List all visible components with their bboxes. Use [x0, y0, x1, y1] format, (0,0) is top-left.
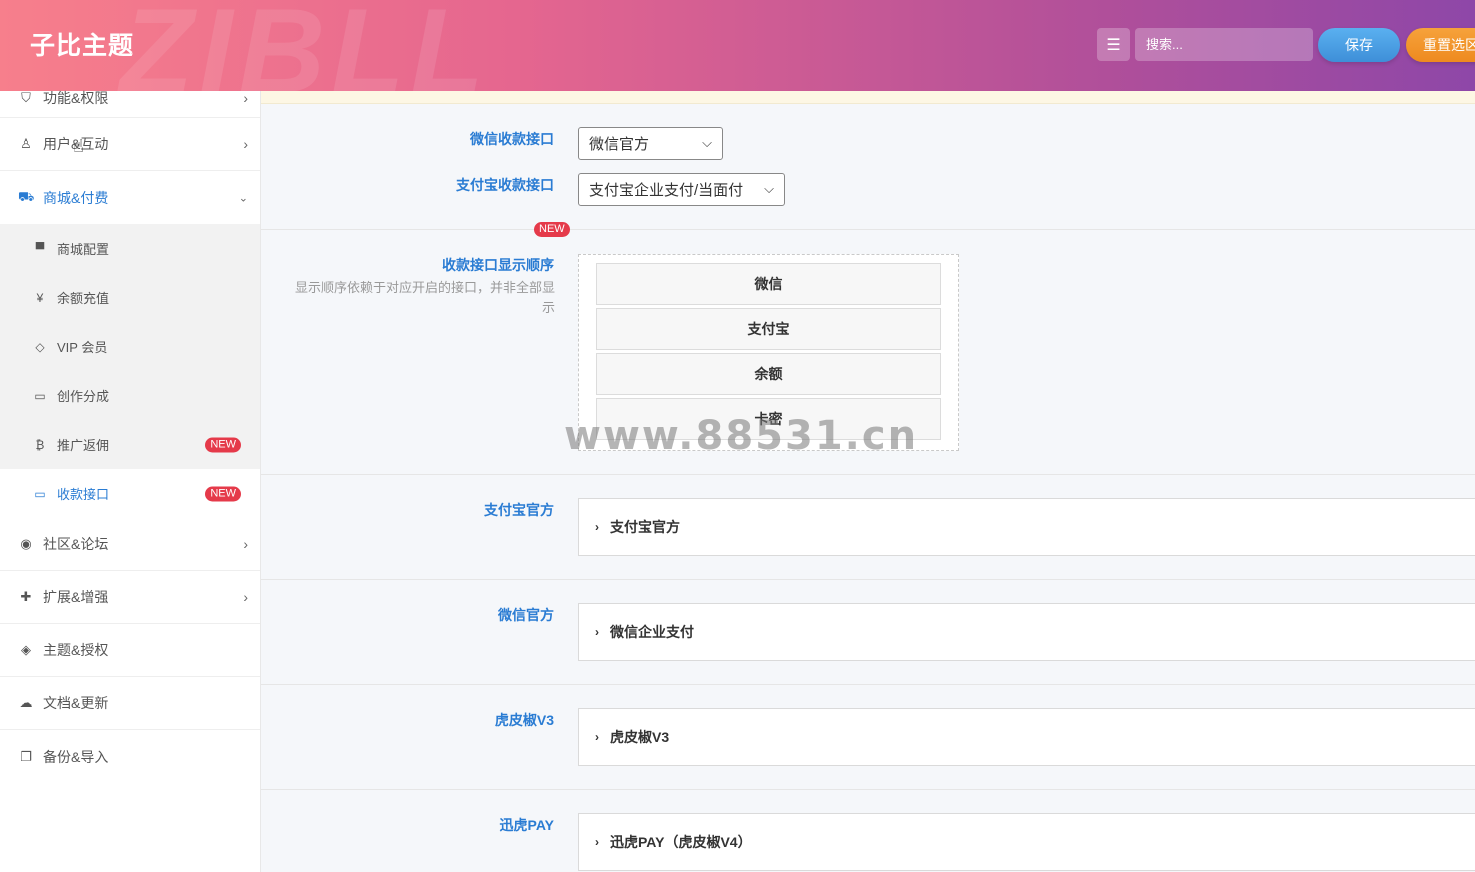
- user-icon: ♙: [20, 136, 32, 151]
- sidebar-subitem-label: 商城配置: [57, 242, 110, 257]
- sort-order-label: 收款接口显示顺序: [442, 257, 554, 273]
- sidebar-item-label: 备份&导入: [43, 748, 109, 765]
- chevron-right-icon: ›: [243, 536, 248, 552]
- yen-icon: ¥: [36, 290, 44, 305]
- sidebar-subitem-balance[interactable]: ¥ 余额充值: [0, 273, 260, 322]
- cloud-upload-icon: ☁: [19, 695, 33, 710]
- chevron-right-icon: ›: [243, 136, 248, 152]
- sidebar-item-label: 主题&授权: [43, 642, 109, 658]
- sidebar-item-users[interactable]: ♙ 用户&互动 ›: [0, 118, 260, 171]
- section-label: 支付宝官方: [484, 502, 554, 518]
- new-badge: NEW: [205, 437, 241, 452]
- new-badge: NEW: [205, 486, 241, 501]
- accordion-wechat-enterprise[interactable]: › 微信企业支付: [578, 603, 1475, 661]
- sidebar-item-features[interactable]: ⛉ 功能&权限 ›: [0, 78, 260, 118]
- accordion-title: 支付宝官方: [610, 519, 680, 535]
- accordion-xunhupay[interactable]: › 迅虎PAY（虎皮椒V4）: [578, 813, 1475, 871]
- sidebar-item-theme-license[interactable]: ◈ 主题&授权: [0, 624, 260, 677]
- sort-order-description: 显示顺序依赖于对应开启的接口，并非全部显示: [294, 280, 555, 315]
- sidebar-subitem-shop-config[interactable]: ▀ 商城配置: [0, 224, 260, 273]
- site-watermark: www.88531.cn: [564, 413, 919, 459]
- sidebar-subitem-creator-share[interactable]: ▭ 创作分成: [0, 371, 260, 420]
- puzzle-icon: ✚: [20, 589, 32, 604]
- select-value: 支付宝企业支付/当面付: [589, 182, 744, 199]
- reset-section-button[interactable]: 重置选区: [1406, 28, 1475, 62]
- alipay-official-section: 支付宝官方 › 支付宝官方: [261, 475, 1475, 580]
- chevron-right-icon: ›: [595, 835, 599, 849]
- diamond-icon: ◇: [35, 339, 45, 354]
- accordion-hupijiao-v3[interactable]: › 虎皮椒V3: [578, 708, 1475, 766]
- sidebar-item-label: 扩展&增强: [43, 589, 109, 605]
- wechat-interface-select[interactable]: 微信官方 ⌵: [578, 127, 723, 160]
- new-tag: NEW: [534, 222, 570, 237]
- interface-select-section: 微信收款接口 微信官方 ⌵ 支付宝收款接口 支付宝企业支付/当面付 ⌵: [261, 104, 1475, 230]
- sortable-item[interactable]: 微信: [596, 263, 941, 305]
- notice-strip: [261, 91, 1475, 104]
- hand-cursor-icon: ☝: [73, 136, 84, 156]
- shopping-bag-icon: ▀: [35, 241, 45, 256]
- alipay-interface-label: 支付宝收款接口: [456, 177, 554, 193]
- sidebar-subitem-referral[interactable]: ₿ 推广返佣 NEW: [0, 420, 260, 469]
- alipay-interface-select[interactable]: 支付宝企业支付/当面付 ⌵: [578, 173, 785, 206]
- accordion-alipay-official[interactable]: › 支付宝官方: [578, 498, 1475, 556]
- sidebar-item-docs[interactable]: ☁ 文档&更新: [0, 677, 260, 730]
- sidebar-item-label: 功能&权限: [43, 89, 109, 106]
- sidebar-subitem-label: 收款接口: [57, 487, 110, 502]
- list-indent-icon: ☰: [1106, 36, 1121, 54]
- sidebar-item-label: 商城&付费: [43, 189, 109, 206]
- sortable-item[interactable]: 余额: [596, 353, 941, 395]
- accordion-title: 微信企业支付: [610, 624, 694, 640]
- select-value: 微信官方: [589, 136, 650, 153]
- credit-card-icon: ▭: [34, 486, 46, 501]
- save-button[interactable]: 保存: [1318, 28, 1400, 62]
- sidebar-subitem-label: 创作分成: [57, 389, 110, 404]
- bitcoin-icon: ₿: [35, 437, 45, 452]
- sidebar-item-label: 文档&更新: [43, 695, 109, 711]
- sidebar-item-extensions[interactable]: ✚ 扩展&增强 ›: [0, 571, 260, 624]
- main-content: 微信收款接口 微信官方 ⌵ 支付宝收款接口 支付宝企业支付/当面付 ⌵ NEW …: [261, 91, 1475, 872]
- compass-icon: ◉: [20, 536, 32, 551]
- menu-toggle-button[interactable]: ☰: [1097, 28, 1130, 61]
- copy-icon: ❐: [20, 748, 32, 764]
- chevron-down-icon: ⌵: [764, 181, 774, 196]
- sidebar-subitem-payment[interactable]: ▭ 收款接口 NEW: [0, 469, 260, 518]
- sidebar-subitem-vip[interactable]: ◇ VIP 会员: [0, 322, 260, 371]
- wechat-interface-label: 微信收款接口: [470, 131, 554, 147]
- chevron-right-icon: ›: [595, 730, 599, 744]
- accordion-title: 虎皮椒V3: [610, 729, 670, 745]
- sidebar-subitem-label: 推广返佣: [57, 438, 110, 453]
- hupijiao-section: 虎皮椒V3 › 虎皮椒V3: [261, 685, 1475, 790]
- chevron-right-icon: ›: [243, 589, 248, 605]
- sidebar-submenu: ▀ 商城配置 ¥ 余额充值 ◇ VIP 会员 ▭ 创作分成 ₿ 推广返佣 NEW…: [0, 224, 260, 518]
- section-label: 迅虎PAY: [499, 817, 554, 833]
- sortable-item[interactable]: 支付宝: [596, 308, 941, 350]
- chevron-down-icon: ⌵: [702, 135, 712, 150]
- sidebar-subitem-label: 余额充值: [57, 291, 110, 306]
- search-input[interactable]: [1135, 28, 1313, 61]
- chevron-right-icon: ›: [243, 89, 248, 106]
- section-label: 微信官方: [498, 607, 554, 623]
- sidebar: ⛉ 功能&权限 › ♙ 用户&互动 › ⛟ 商城&付费 ⌄ ▀ 商城配置 ¥ 余…: [0, 90, 261, 872]
- xunhupay-section: 迅虎PAY › 迅虎PAY（虎皮椒V4）: [261, 790, 1475, 872]
- sidebar-subitem-label: VIP 会员: [57, 340, 108, 355]
- chevron-right-icon: ›: [595, 625, 599, 639]
- sidebar-item-backup[interactable]: ❐ 备份&导入: [0, 730, 260, 783]
- sidebar-item-label: 社区&论坛: [43, 536, 109, 552]
- chevron-right-icon: ›: [595, 520, 599, 534]
- sidebar-item-community[interactable]: ◉ 社区&论坛 ›: [0, 518, 260, 571]
- inbox-icon: ▭: [34, 388, 46, 403]
- wechat-official-section: 微信官方 › 微信企业支付: [261, 580, 1475, 685]
- shield-icon: ⛉: [21, 89, 31, 105]
- gitlab-icon: ◈: [21, 642, 31, 657]
- chevron-down-icon: ⌄: [238, 192, 248, 204]
- cart-icon: ⛟: [18, 188, 35, 204]
- section-label: 虎皮椒V3: [494, 712, 554, 728]
- brand-title: 子比主题: [30, 32, 135, 60]
- sidebar-item-shop[interactable]: ⛟ 商城&付费 ⌄: [0, 171, 260, 224]
- accordion-title: 迅虎PAY（虎皮椒V4）: [610, 834, 752, 850]
